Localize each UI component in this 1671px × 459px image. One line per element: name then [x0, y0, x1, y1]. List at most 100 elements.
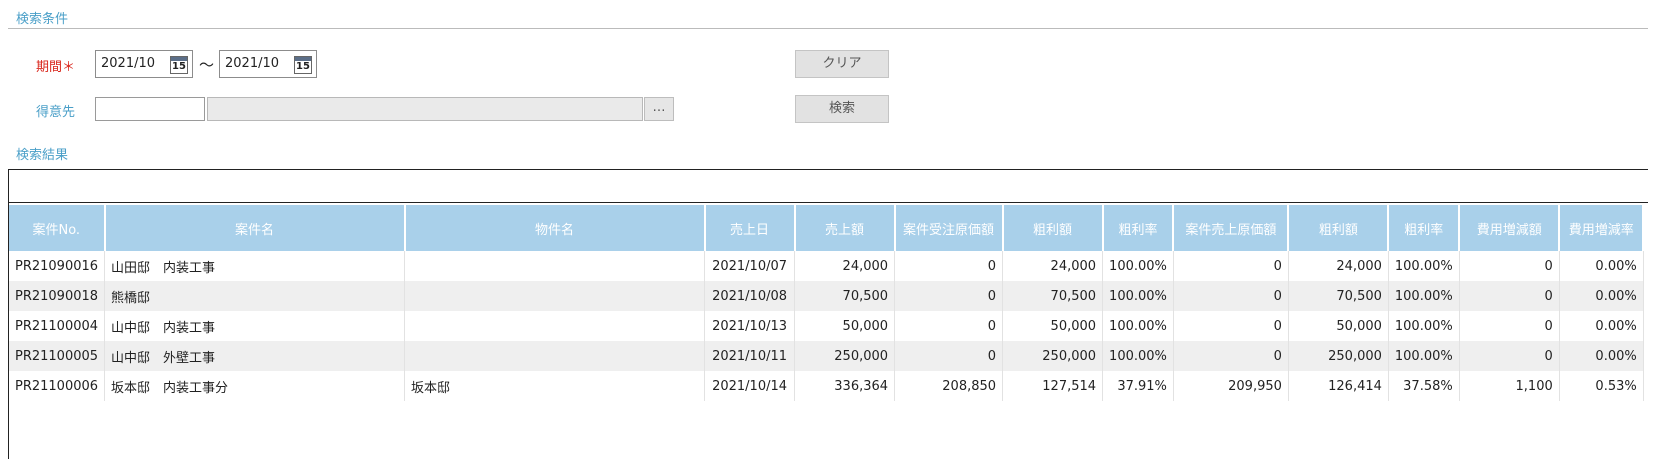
column-header[interactable]: 案件No.	[9, 205, 106, 251]
cell-gross-profit: 70,500	[1002, 281, 1104, 311]
cell-cost-change: 0	[1459, 251, 1560, 281]
customer-name-input	[207, 97, 643, 121]
cell-sales-amount: 250,000	[794, 341, 896, 371]
cell-project-name: 坂本邸 内装工事分	[104, 371, 406, 401]
cell-property-name	[404, 281, 706, 311]
column-header[interactable]: 粗利額	[1288, 205, 1390, 251]
cell-gross-profit-2: 70,500	[1288, 281, 1389, 311]
cell-sales-amount: 50,000	[794, 311, 896, 341]
cell-property-name	[404, 311, 706, 341]
cell-sales-date: 2021/10/07	[704, 251, 796, 281]
cell-sales-cost: 209,950	[1173, 371, 1289, 401]
cell-project-name: 山中邸 内装工事	[104, 311, 406, 341]
column-header[interactable]: 粗利率	[1102, 205, 1175, 251]
cell-gross-profit-2: 24,000	[1288, 251, 1389, 281]
clear-button[interactable]: クリア	[795, 50, 889, 78]
period-separator: ～	[199, 56, 215, 74]
customer-lookup-button[interactable]: …	[644, 97, 674, 121]
cell-cost-change-rate: 0.53%	[1559, 371, 1644, 401]
cell-cost-change-rate: 0.00%	[1559, 251, 1644, 281]
column-header[interactable]: 案件受注原価額	[894, 205, 1004, 251]
cell-cost-change-rate: 0.00%	[1559, 281, 1644, 311]
cell-sales-amount: 70,500	[794, 281, 896, 311]
cell-sales-date: 2021/10/14	[704, 371, 796, 401]
cell-gross-margin: 37.91%	[1102, 371, 1174, 401]
table-row[interactable]: PR21100004 山中邸 内装工事 2021/10/13 50,000 0 …	[9, 311, 1644, 341]
table-row[interactable]: PR21100005 山中邸 外壁工事 2021/10/11 250,000 0…	[9, 341, 1644, 371]
column-header[interactable]: 物件名	[404, 205, 706, 251]
column-header[interactable]: 費用増減額	[1459, 205, 1561, 251]
results-toolbar-divider	[8, 202, 1648, 203]
cell-project-name: 山中邸 外壁工事	[104, 341, 406, 371]
search-button[interactable]: 検索	[795, 95, 889, 123]
cell-project-no: PR21090018	[9, 281, 106, 311]
column-header[interactable]: 売上日	[704, 205, 796, 251]
cell-order-cost: 0	[894, 251, 1004, 281]
cell-order-cost: 0	[894, 311, 1004, 341]
column-header[interactable]: 費用増減率	[1559, 205, 1645, 251]
cell-order-cost: 0	[894, 341, 1004, 371]
cell-gross-margin: 100.00%	[1102, 341, 1174, 371]
cell-cost-change: 0	[1459, 341, 1560, 371]
cell-order-cost: 0	[894, 281, 1004, 311]
cell-project-no: PR21100004	[9, 311, 106, 341]
cell-gross-profit-2: 126,414	[1288, 371, 1389, 401]
table-header-row: 案件No. 案件名 物件名 売上日 売上額 案件受注原価額 粗利額 粗利率 案件…	[9, 205, 1645, 251]
column-header[interactable]: 粗利額	[1002, 205, 1104, 251]
cell-property-name	[404, 341, 706, 371]
period-to-value: 2021/10	[225, 56, 280, 71]
column-header[interactable]: 粗利率	[1388, 205, 1461, 251]
cell-gross-profit: 250,000	[1002, 341, 1104, 371]
cell-gross-margin-2: 100.00%	[1388, 341, 1460, 371]
cell-sales-amount: 24,000	[794, 251, 896, 281]
cell-property-name: 坂本邸	[404, 371, 706, 401]
cell-gross-margin: 100.00%	[1102, 251, 1174, 281]
cell-sales-date: 2021/10/08	[704, 281, 796, 311]
cell-gross-margin-2: 100.00%	[1388, 281, 1460, 311]
cell-gross-margin-2: 100.00%	[1388, 251, 1460, 281]
cell-gross-profit: 127,514	[1002, 371, 1104, 401]
cell-sales-date: 2021/10/13	[704, 311, 796, 341]
period-from-field[interactable]: 2021/10 15	[95, 50, 193, 78]
cell-sales-amount: 336,364	[794, 371, 896, 401]
cell-gross-margin-2: 100.00%	[1388, 311, 1460, 341]
cell-project-no: PR21100006	[9, 371, 106, 401]
period-from-value: 2021/10	[101, 56, 156, 71]
cell-sales-date: 2021/10/11	[704, 341, 796, 371]
calendar-icon[interactable]: 15	[170, 56, 188, 74]
table-row[interactable]: PR21090018 熊橋邸 2021/10/08 70,500 0 70,50…	[9, 281, 1644, 311]
cell-cost-change-rate: 0.00%	[1559, 341, 1644, 371]
cell-cost-change: 0	[1459, 281, 1560, 311]
calendar-icon[interactable]: 15	[294, 56, 312, 74]
cell-sales-cost: 0	[1173, 281, 1289, 311]
cell-project-name: 山田邸 内装工事	[104, 251, 406, 281]
period-to-field[interactable]: 2021/10 15	[219, 50, 317, 78]
cell-project-no: PR21090016	[9, 251, 106, 281]
cell-property-name	[404, 251, 706, 281]
table-row[interactable]: PR21100006 坂本邸 内装工事分 坂本邸 2021/10/14 336,…	[9, 371, 1644, 401]
cell-gross-margin-2: 37.58%	[1388, 371, 1460, 401]
cell-project-name: 熊橋邸	[104, 281, 406, 311]
cell-gross-profit-2: 250,000	[1288, 341, 1389, 371]
cell-cost-change-rate: 0.00%	[1559, 311, 1644, 341]
cell-gross-profit-2: 50,000	[1288, 311, 1389, 341]
cell-sales-cost: 0	[1173, 341, 1289, 371]
cell-gross-margin: 100.00%	[1102, 311, 1174, 341]
column-header[interactable]: 案件名	[104, 205, 406, 251]
column-header[interactable]: 売上額	[794, 205, 896, 251]
table-row[interactable]: PR21090016 山田邸 内装工事 2021/10/07 24,000 0 …	[9, 251, 1644, 281]
cell-gross-profit: 50,000	[1002, 311, 1104, 341]
cell-project-no: PR21100005	[9, 341, 106, 371]
cell-gross-margin: 100.00%	[1102, 281, 1174, 311]
cell-sales-cost: 0	[1173, 251, 1289, 281]
customer-code-input[interactable]	[95, 97, 205, 121]
cell-sales-cost: 0	[1173, 311, 1289, 341]
search-conditions-divider	[8, 28, 1648, 29]
cell-cost-change: 0	[1459, 311, 1560, 341]
column-header[interactable]: 案件売上原価額	[1173, 205, 1290, 251]
search-conditions-title: 検索条件	[16, 12, 69, 27]
results-table: 案件No. 案件名 物件名 売上日 売上額 案件受注原価額 粗利額 粗利率 案件…	[9, 205, 1645, 401]
cell-order-cost: 208,850	[894, 371, 1004, 401]
period-label: 期間＊	[36, 60, 76, 75]
customer-label: 得意先	[36, 105, 76, 120]
